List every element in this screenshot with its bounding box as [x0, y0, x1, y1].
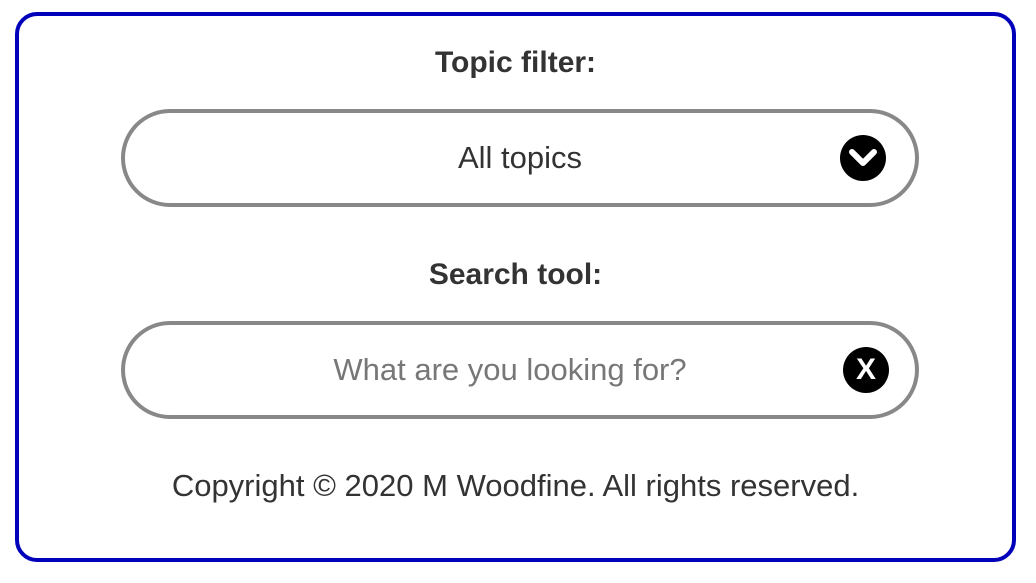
search-field[interactable]: X	[121, 321, 919, 419]
topic-filter-label: Topic filter:	[434, 46, 597, 79]
topic-select[interactable]: All topics	[121, 109, 919, 207]
chevron-down-icon[interactable]	[840, 135, 886, 181]
search-tool-label: Search tool:	[428, 258, 603, 291]
topic-select-display: All topics	[125, 113, 915, 203]
filter-panel: Topic filter: All topics Search tool: X …	[15, 12, 1016, 562]
search-input[interactable]	[185, 325, 835, 415]
clear-icon: X	[855, 353, 876, 386]
copyright-text: Copyright © 2020 M Woodfine. All rights …	[171, 468, 860, 503]
topic-select-value: All topics	[457, 140, 583, 175]
chevron-down-glyph	[849, 149, 877, 166]
clear-search-button[interactable]: X	[843, 347, 889, 393]
